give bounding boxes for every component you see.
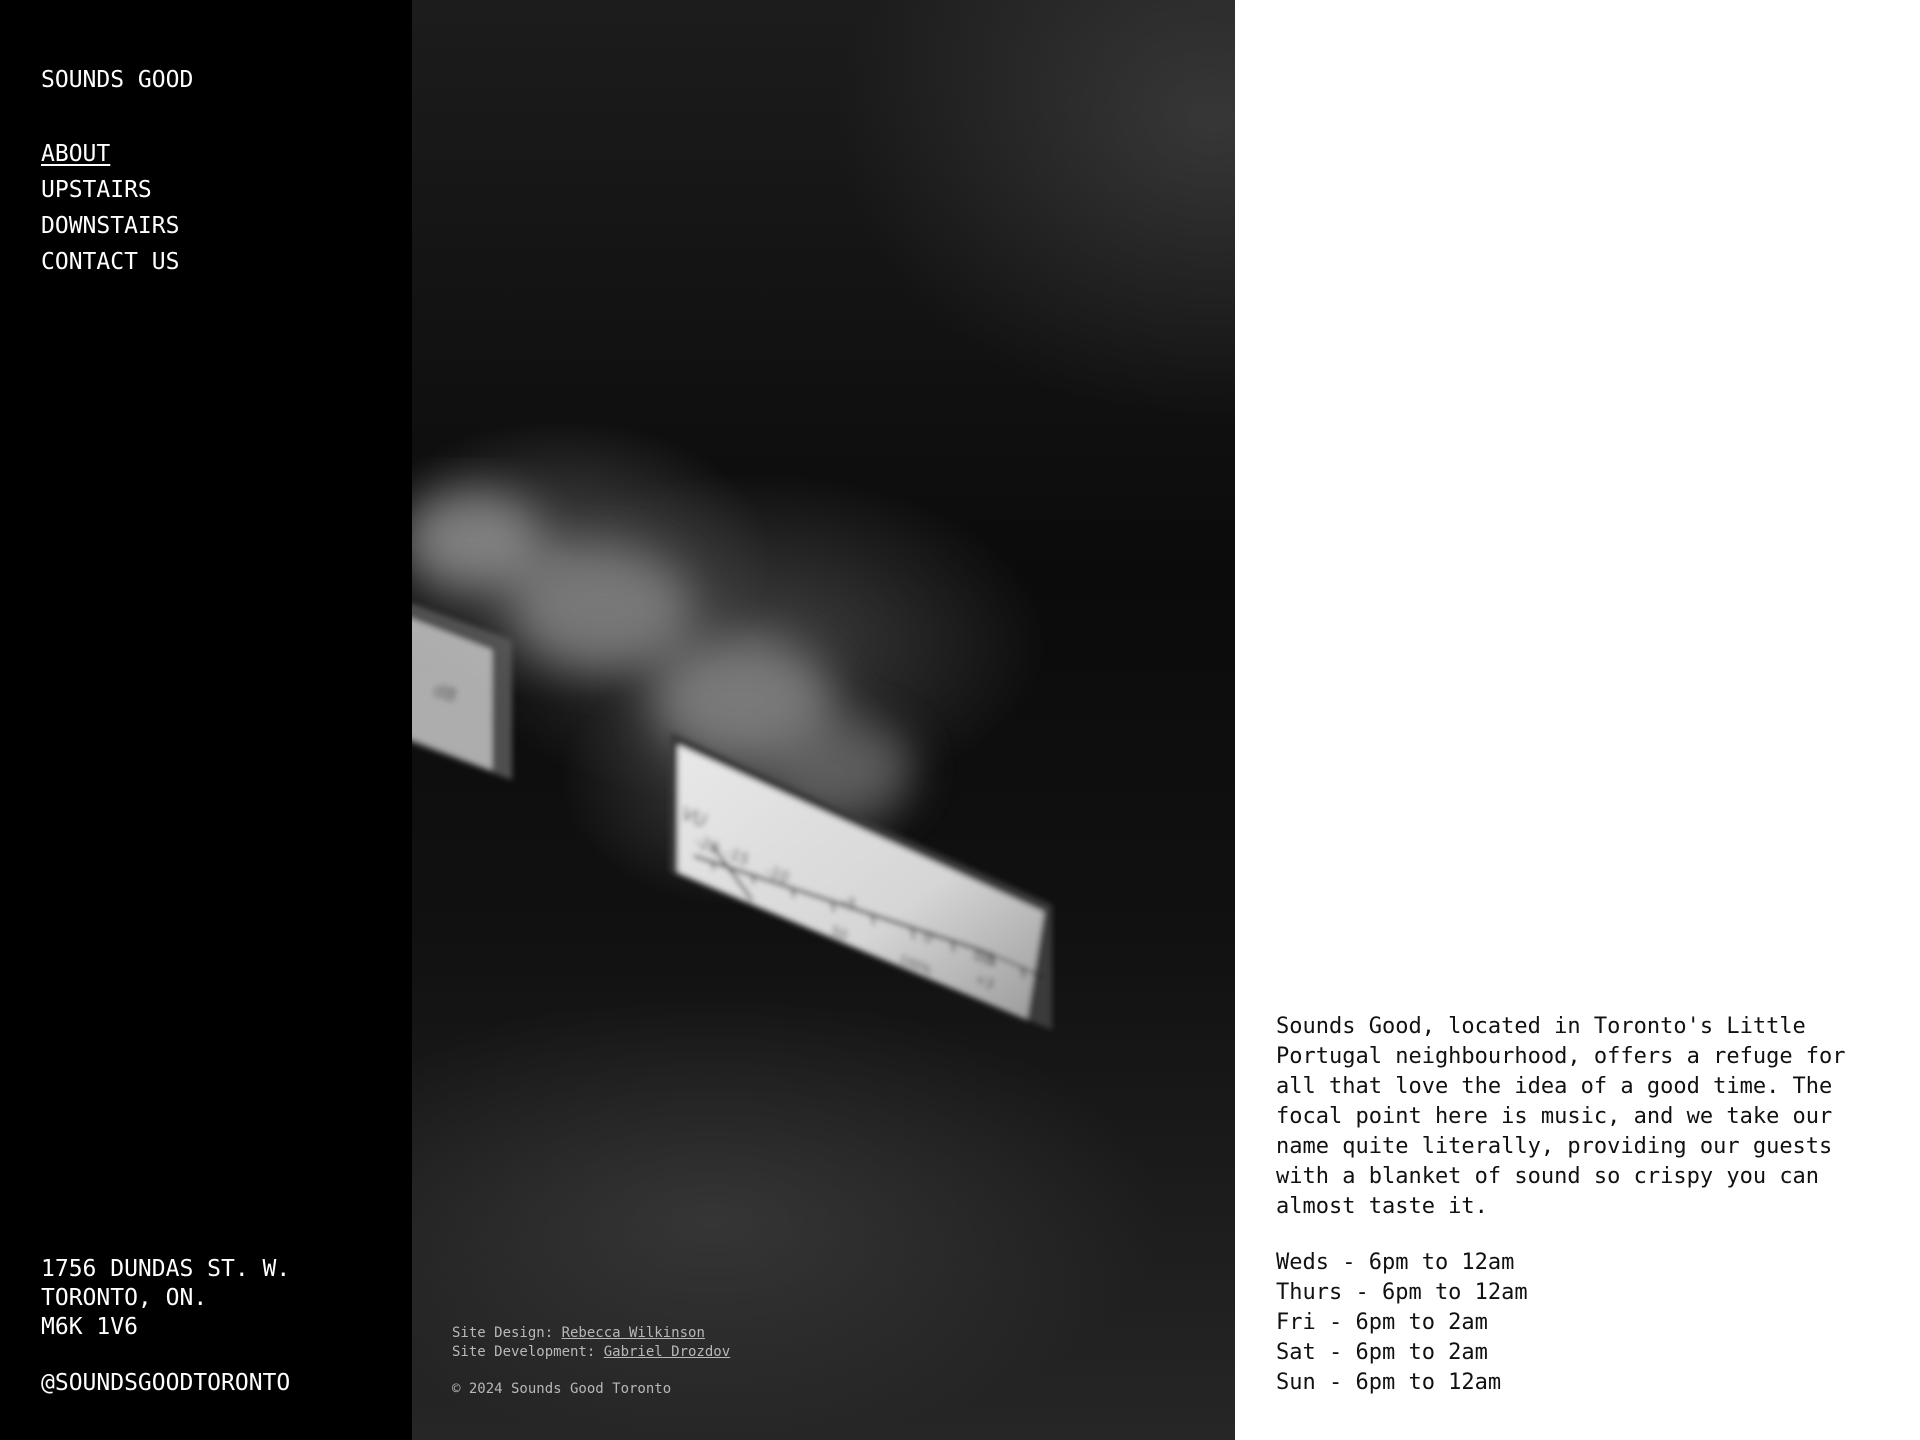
hours-row-fri: Fri - 6pm to 2am <box>1276 1310 1488 1335</box>
copyright-notice: © 2024 Sounds Good Toronto <box>452 1381 672 1397</box>
main-nav: ABOUT UPSTAIRS DOWNSTAIRS CONTACT US <box>41 136 179 280</box>
designer-link[interactable]: Rebecca Wilkinson <box>562 1325 705 1341</box>
hours-row-weds: Weds - 6pm to 12am <box>1276 1250 1515 1275</box>
nav-item-contact-us[interactable]: CONTACT US <box>41 244 179 280</box>
hours-row-sat: Sat - 6pm to 2am <box>1276 1340 1488 1365</box>
nav-item-about[interactable]: ABOUT <box>41 136 179 172</box>
address-line-street: 1756 DUNDAS ST. W. <box>41 1256 291 1282</box>
credit-design-line: Site Design: Rebecca Wilkinson <box>452 1324 730 1343</box>
hero-photo-vu-meter: dB VU -20 -15 -10 -5 0 dB +3 50 100% Sit… <box>412 0 1235 1440</box>
address-line-city: TORONTO, ON. <box>41 1285 208 1311</box>
venue-address: 1756 DUNDAS ST. W. TORONTO, ON. M6K 1V6 <box>41 1255 290 1342</box>
site-credits: Site Design: Rebecca Wilkinson Site Deve… <box>452 1324 730 1362</box>
about-content-panel: Sounds Good, located in Toronto's Little… <box>1235 0 1920 1440</box>
about-description: Sounds Good, located in Toronto's Little… <box>1276 1014 1846 1219</box>
credit-design-prefix: Site Design: <box>452 1325 562 1341</box>
opening-hours: Weds - 6pm to 12am Thurs - 6pm to 12am F… <box>1276 1248 1528 1398</box>
vu-meter-illustration: dB VU -20 -15 -10 -5 0 dB +3 50 100% <box>412 490 1052 1030</box>
credit-development-prefix: Site Development: <box>452 1344 604 1360</box>
hours-row-thurs: Thurs - 6pm to 12am <box>1276 1280 1528 1305</box>
sidebar: SOUNDS GOOD ABOUT UPSTAIRS DOWNSTAIRS CO… <box>0 0 412 1440</box>
nav-item-upstairs[interactable]: UPSTAIRS <box>41 172 179 208</box>
address-line-postal: M6K 1V6 <box>41 1314 138 1340</box>
credit-development-line: Site Development: Gabriel Drozdov <box>452 1343 730 1362</box>
brand-logo-link[interactable]: SOUNDS GOOD <box>41 66 193 94</box>
instagram-handle-link[interactable]: @SOUNDSGOODTORONTO <box>41 1369 290 1397</box>
developer-link[interactable]: Gabriel Drozdov <box>604 1344 730 1360</box>
hours-row-sun: Sun - 6pm to 12am <box>1276 1370 1502 1395</box>
nav-item-downstairs[interactable]: DOWNSTAIRS <box>41 208 179 244</box>
